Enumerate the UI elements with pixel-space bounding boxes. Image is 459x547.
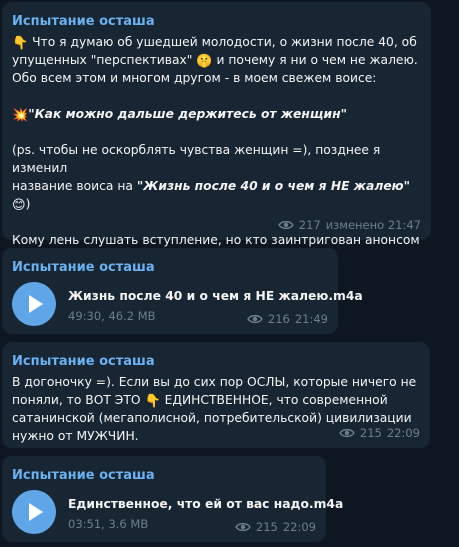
audio-file-name[interactable]: Жизнь после 40 и о чем я НЕ жалею.m4a [68, 289, 363, 303]
eye-icon [235, 522, 251, 532]
message-meta: 215 22:09 [235, 520, 316, 534]
eye-icon [339, 428, 355, 438]
message-author[interactable]: Испытание осташа [12, 468, 316, 483]
view-count: 216 [267, 312, 290, 326]
point-down-emoji: 👇 [144, 394, 161, 409]
play-icon [29, 295, 43, 313]
play-button[interactable] [12, 490, 56, 534]
point-down-emoji: 👇 [12, 36, 29, 51]
collision-emoji: 💥 [12, 108, 29, 123]
message-author[interactable]: Испытание осташа [12, 260, 328, 275]
eye-icon [278, 220, 294, 230]
message-meta: 217 изменено 21:47 [278, 218, 421, 232]
message-2-audio: Испытание осташа Жизнь после 40 и о чем … [2, 248, 363, 334]
message-meta: 215 22:09 [339, 426, 420, 440]
message-meta: 216 21:49 [247, 312, 328, 326]
play-button[interactable] [12, 282, 56, 326]
view-count: 215 [255, 520, 278, 534]
message-3: Испытание осташа В догоночку =). Если вы… [2, 342, 430, 448]
view-count: 217 [298, 218, 321, 232]
play-icon [29, 503, 43, 521]
message-1: Испытание осташа 👇 Что я думаю об ушедше… [2, 2, 431, 283]
message-time: 22:09 [386, 426, 420, 440]
smiling-face-emoji: 😊 [12, 198, 26, 213]
view-count: 215 [359, 426, 382, 440]
message-author[interactable]: Испытание осташа [12, 14, 421, 29]
message-time: изменено 21:47 [325, 218, 421, 232]
message-author[interactable]: Испытание осташа [12, 354, 420, 369]
audio-file-info: 49:30, 46.2 MB [68, 309, 156, 323]
message-4-audio: Испытание осташа Единственное, что ей от… [2, 456, 343, 542]
eye-icon [247, 314, 263, 324]
message-time: 21:49 [294, 312, 328, 326]
message-time: 22:09 [282, 520, 316, 534]
audio-file-name[interactable]: Единственное, что ей от вас надо.m4a [68, 497, 343, 511]
audio-file-info: 03:51, 3.6 MB [68, 517, 149, 531]
shushing-face-emoji: 🤫 [196, 54, 213, 69]
